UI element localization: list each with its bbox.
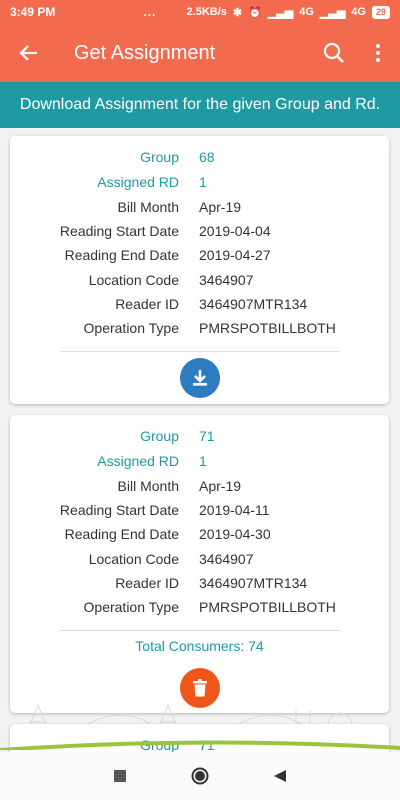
operation-type-label: Operation Type <box>83 320 179 336</box>
back-button[interactable] <box>0 24 58 82</box>
reader-id-label: Reader ID <box>115 296 179 312</box>
delete-icon <box>193 679 207 697</box>
triangle-back-icon <box>274 770 286 782</box>
assignment-card: Group 68 Assigned RD 1 Bill Month Apr-19… <box>10 136 389 404</box>
recents-button[interactable] <box>100 756 140 796</box>
reading-end-row: Reading End Date 2019-04-27 <box>10 247 389 271</box>
card-divider <box>60 351 340 352</box>
home-button[interactable] <box>180 756 220 796</box>
page-title: Get Assignment <box>74 41 216 64</box>
reading-start-value: 2019-04-11 <box>199 502 270 518</box>
location-code-row: Location Code 3464907 <box>10 272 389 296</box>
search-icon <box>323 42 344 63</box>
network-type-2: 4G <box>351 6 366 18</box>
group-row: Group 71 <box>10 428 389 452</box>
reading-start-label: Reading Start Date <box>59 223 179 239</box>
bill-month-label: Bill Month <box>117 478 179 494</box>
square-icon <box>114 770 126 782</box>
reading-end-label: Reading End Date <box>64 247 179 263</box>
bill-month-row: Bill Month Apr-19 <box>10 199 389 223</box>
operation-type-value: PMRSPOTBILLBOTH <box>199 599 336 615</box>
reading-end-value: 2019-04-27 <box>199 247 271 263</box>
overflow-menu-button[interactable] <box>356 24 400 82</box>
operation-type-label: Operation Type <box>83 599 179 615</box>
alarm-icon: ⏰ <box>248 6 262 19</box>
network-speed: 2.5KB/s <box>186 6 227 18</box>
group-label: Group <box>140 149 179 165</box>
location-code-label: Location Code <box>88 272 179 288</box>
operation-type-row: Operation Type PMRSPOTBILLBOTH <box>10 320 389 344</box>
back-nav-button[interactable] <box>260 756 300 796</box>
reader-id-row: Reader ID 3464907MTR134 <box>10 296 389 320</box>
group-value: 68 <box>199 149 215 165</box>
assigned-rd-label: Assigned RD <box>97 453 179 469</box>
assigned-rd-value: 1 <box>199 174 207 190</box>
back-arrow-icon <box>19 45 37 61</box>
assigned-rd-row: Assigned RD 1 <box>10 453 389 477</box>
reading-end-label: Reading End Date <box>64 526 179 542</box>
background-curve <box>0 740 400 750</box>
bill-month-value: Apr-19 <box>199 199 242 215</box>
location-code-value: 3464907 <box>199 551 254 567</box>
reading-end-row: Reading End Date 2019-04-30 <box>10 526 389 550</box>
card-divider <box>60 630 340 631</box>
download-icon <box>193 370 207 386</box>
bill-month-value: Apr-19 <box>199 478 242 494</box>
operation-type-row: Operation Type PMRSPOTBILLBOTH <box>10 599 389 623</box>
app-bar: Get Assignment <box>0 24 400 82</box>
bill-month-label: Bill Month <box>117 199 179 215</box>
system-nav-bar <box>0 752 400 800</box>
network-type-1: 4G <box>299 6 314 18</box>
status-icons: 2.5KB/s ✱ ⏰ ▁▃▅ 4G ▁▃▅ 4G 29 <box>186 5 390 19</box>
more-vert-icon <box>376 44 380 62</box>
assigned-rd-label: Assigned RD <box>97 174 179 190</box>
location-code-value: 3464907 <box>199 272 254 288</box>
reader-id-value: 3464907MTR134 <box>199 575 308 591</box>
group-value: 71 <box>199 428 215 444</box>
signal-icon-2: ▁▃▅ <box>319 6 346 19</box>
group-label: Group <box>140 428 179 444</box>
total-consumers: Total Consumers: 74 <box>135 638 264 654</box>
instruction-banner: Download Assignment for the given Group … <box>0 82 400 128</box>
reading-start-value: 2019-04-04 <box>199 223 271 239</box>
bluetooth-icon: ✱ <box>232 6 243 19</box>
battery-icon: 29 <box>371 5 390 19</box>
location-code-label: Location Code <box>88 551 179 567</box>
signal-icon: ▁▃▅ <box>267 6 294 19</box>
status-bar: 3:49 PM ... 2.5KB/s ✱ ⏰ ▁▃▅ 4G ▁▃▅ 4G 29 <box>0 0 400 24</box>
reading-start-label: Reading Start Date <box>59 502 179 518</box>
reader-id-label: Reader ID <box>115 575 179 591</box>
group-row: Group 68 <box>10 149 389 173</box>
operation-type-value: PMRSPOTBILLBOTH <box>199 320 336 336</box>
reading-start-row: Reading Start Date 2019-04-04 <box>10 223 389 247</box>
assigned-rd-value: 1 <box>199 453 207 469</box>
assigned-rd-row: Assigned RD 1 <box>10 174 389 198</box>
reading-start-row: Reading Start Date 2019-04-11 <box>10 502 389 526</box>
reader-id-value: 3464907MTR134 <box>199 296 308 312</box>
bill-month-row: Bill Month Apr-19 <box>10 478 389 502</box>
reader-id-row: Reader ID 3464907MTR134 <box>10 575 389 599</box>
status-time: 3:49 PM <box>10 5 56 19</box>
location-code-row: Location Code 3464907 <box>10 551 389 575</box>
download-button[interactable] <box>180 358 220 398</box>
search-button[interactable] <box>312 24 356 82</box>
circle-icon <box>191 767 209 785</box>
assignment-card: Group 71 Assigned RD 1 Bill Month Apr-19… <box>10 415 389 713</box>
notification-dots: ... <box>143 5 157 19</box>
reading-end-value: 2019-04-30 <box>199 526 271 542</box>
